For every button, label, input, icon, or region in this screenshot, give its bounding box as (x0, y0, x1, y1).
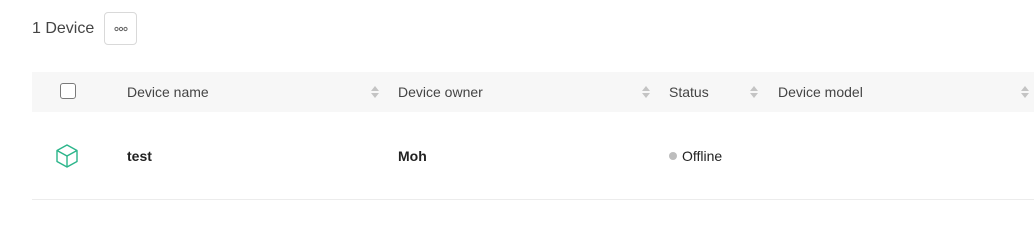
device-table: Device name Device owner Status Device m… (32, 72, 1034, 200)
column-header-label: Device owner (398, 84, 483, 100)
device-owner-cell: Moh (398, 147, 427, 164)
column-header-device-model[interactable]: Device model (778, 72, 863, 112)
device-count-row: 1 Device (32, 11, 138, 46)
table-row[interactable]: test Moh Offline (32, 112, 1034, 200)
sort-icon[interactable] (641, 84, 651, 100)
table-header: Device name Device owner Status Device m… (32, 72, 1034, 112)
select-all-checkbox[interactable] (60, 83, 76, 99)
column-header-label: Status (669, 84, 709, 100)
cube-icon (56, 143, 78, 168)
sort-icon[interactable] (1020, 84, 1030, 100)
device-name-cell[interactable]: test (127, 112, 152, 199)
sort-icon[interactable] (749, 84, 759, 100)
status-cell: Offline (669, 112, 722, 199)
column-header-label: Device name (127, 84, 209, 100)
column-header-device-owner[interactable]: Device owner (398, 72, 483, 112)
status-dot-icon (669, 151, 677, 160)
devices-page: 1 Device Device name Device owner Status… (0, 0, 1034, 226)
column-header-status[interactable]: Status (669, 72, 709, 112)
table-body: test Moh Offline (32, 112, 1034, 200)
status-label: Offline (682, 147, 723, 164)
column-header-label: Device model (778, 84, 863, 100)
more-actions-button[interactable] (104, 12, 138, 45)
device-icon-cell (54, 112, 80, 199)
device-count: 1 Device (32, 19, 95, 37)
sort-icon[interactable] (370, 84, 380, 100)
more-dots-icon (114, 26, 128, 31)
column-header-device-name[interactable]: Device name (127, 72, 209, 112)
